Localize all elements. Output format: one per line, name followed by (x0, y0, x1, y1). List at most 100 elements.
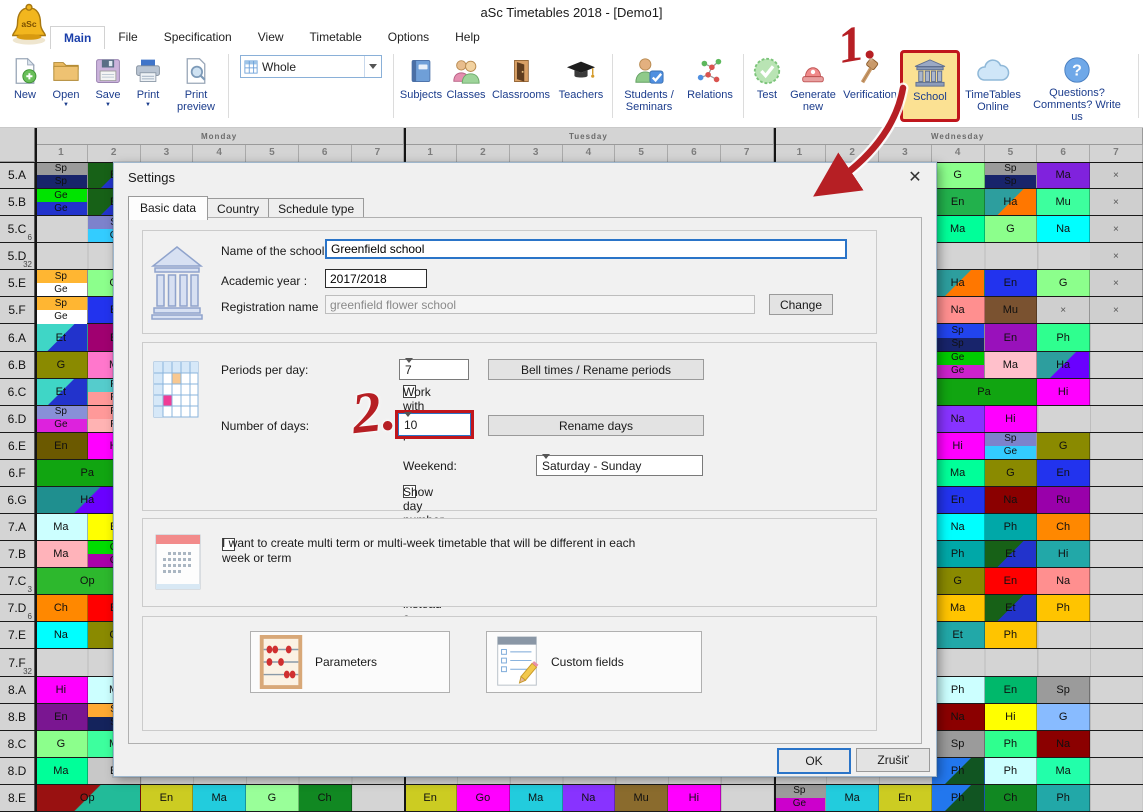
timetable-cell[interactable]: En (1037, 460, 1090, 486)
timetable-cell[interactable]: Na (1037, 568, 1090, 594)
timetable-cell[interactable]: Ph (985, 514, 1038, 540)
timetable-cell[interactable]: Ha (985, 189, 1038, 215)
timetable-cell[interactable]: Na (932, 297, 985, 323)
timetable-cell[interactable]: Hi (1037, 379, 1090, 405)
timetable-cell[interactable]: G (932, 568, 985, 594)
timetable-cell[interactable]: SpSp (985, 162, 1038, 188)
timetable-cell[interactable]: Et (35, 379, 88, 405)
timetable-cell[interactable]: En (879, 785, 932, 811)
timetable-cell[interactable]: × (1090, 162, 1143, 188)
timetable-cell[interactable]: Ph (932, 785, 985, 811)
periods-per-day-select[interactable]: 7 (399, 359, 469, 380)
school-name-input[interactable] (325, 239, 847, 259)
timetable-cell[interactable]: Ma (193, 785, 246, 811)
timetable-cell[interactable]: × (1090, 216, 1143, 242)
new-button[interactable]: New (6, 49, 44, 123)
open-button[interactable]: Open ▼ (44, 49, 88, 123)
timetable-cell[interactable]: × (1037, 297, 1090, 323)
timetable-cell[interactable]: En (932, 189, 985, 215)
print-button[interactable]: Print ▼ (128, 49, 168, 123)
timetable-cell[interactable]: Ma (826, 785, 879, 811)
classrooms-button[interactable]: Classrooms (488, 49, 554, 123)
timetable-cell[interactable]: Ch (299, 785, 352, 811)
timetable-cell[interactable]: Mu (1037, 189, 1090, 215)
timetable-cell[interactable]: SpGe (35, 406, 88, 432)
timetable-cell[interactable]: SpSp (932, 324, 985, 350)
tab-basic-data[interactable]: Basic data (128, 196, 208, 220)
menu-help[interactable]: Help (442, 26, 493, 49)
timetable-cell[interactable]: Ma (985, 352, 1038, 378)
timetable-cell[interactable]: Et (985, 595, 1038, 621)
timetable-cell[interactable]: Na (35, 622, 88, 648)
classes-button[interactable]: Classes (444, 49, 488, 123)
class-row-label[interactable]: 8.A (0, 677, 35, 703)
timetable-cell[interactable]: Ph (932, 677, 985, 703)
timetable-cell[interactable]: Ch (1037, 514, 1090, 540)
timetable-cell[interactable]: Ha (1037, 352, 1090, 378)
class-row-label[interactable]: 7.E (0, 622, 35, 648)
timetable-cell[interactable]: Hi (1037, 541, 1090, 567)
timetable-cell[interactable]: Ma (35, 541, 88, 567)
timetable-cell[interactable]: En (985, 568, 1038, 594)
timetable-cell[interactable]: Ha (932, 270, 985, 296)
timetable-cell[interactable]: G (1037, 270, 1090, 296)
school-button[interactable]: School (900, 50, 960, 122)
timetable-cell[interactable]: Hi (985, 406, 1038, 432)
menu-timetable[interactable]: Timetable (297, 26, 375, 49)
chevron-down-icon[interactable] (364, 56, 381, 77)
timetable-cell[interactable]: Hi (985, 704, 1038, 730)
rename-days-button[interactable]: Rename days (488, 415, 704, 436)
menu-specification[interactable]: Specification (151, 26, 245, 49)
timetable-cell[interactable]: Na (932, 514, 985, 540)
menu-options[interactable]: Options (375, 26, 442, 49)
class-row-label[interactable]: 6.B (0, 352, 35, 378)
timetable-cell[interactable]: Ma (932, 460, 985, 486)
generate-new-button[interactable]: Generate new (786, 49, 840, 123)
timetable-cell[interactable]: Ma (510, 785, 563, 811)
timetable-cell[interactable]: Ch (985, 785, 1038, 811)
timetable-cell[interactable]: SpGe (985, 433, 1038, 459)
test-button[interactable]: Test (748, 49, 786, 123)
timetable-cell[interactable]: Et (932, 622, 985, 648)
timetable-cell[interactable]: Ma (932, 595, 985, 621)
timetable-cell[interactable]: G (1037, 704, 1090, 730)
class-row-label[interactable]: 6.D (0, 406, 35, 432)
timetable-cell[interactable]: Sp (932, 731, 985, 757)
timetable-cell[interactable]: En (35, 704, 88, 730)
close-icon[interactable]: ✕ (902, 167, 928, 189)
parameters-button[interactable]: Parameters (250, 631, 450, 693)
timetable-cell[interactable]: Na (1037, 216, 1090, 242)
timetable-cell[interactable]: Na (563, 785, 616, 811)
timetable-cell[interactable]: SpGe (35, 297, 88, 323)
bell-times-button[interactable]: Bell times / Rename periods (488, 359, 704, 380)
timetable-cell[interactable]: Na (985, 487, 1038, 513)
relations-button[interactable]: Relations (681, 49, 739, 123)
timetable-cell[interactable]: En (404, 785, 457, 811)
subjects-button[interactable]: Subjects (398, 49, 444, 123)
class-row-label[interactable]: 5.C6 (0, 216, 35, 242)
timetable-cell[interactable]: G (985, 216, 1038, 242)
menu-main[interactable]: Main (50, 26, 105, 49)
students-seminars-button[interactable]: Students / Seminars (617, 49, 681, 123)
timetable-cell[interactable]: Op (35, 785, 141, 811)
weekend-select[interactable]: Saturday - Sunday (536, 455, 703, 476)
timetable-cell[interactable]: Et (985, 541, 1038, 567)
class-row-label[interactable]: 6.A (0, 324, 35, 350)
class-row-label[interactable]: 6.F (0, 460, 35, 486)
timetable-cell[interactable]: G (35, 731, 88, 757)
ok-button[interactable]: OK (777, 748, 851, 774)
timetable-cell[interactable]: En (141, 785, 194, 811)
teachers-button[interactable]: Teachers (554, 49, 608, 123)
timetable-cell[interactable]: Ph (985, 731, 1038, 757)
class-row-label[interactable]: 7.A (0, 514, 35, 540)
timetable-cell[interactable]: Et (35, 324, 88, 350)
timetable-cell[interactable]: Mu (615, 785, 668, 811)
class-row-label[interactable]: 5.F (0, 297, 35, 323)
timetable-cell[interactable]: En (35, 433, 88, 459)
timetable-cell[interactable]: Go (457, 785, 510, 811)
timetable-cell[interactable]: Ph (1037, 785, 1090, 811)
timetable-cell[interactable]: Ph (1037, 324, 1090, 350)
timetable-cell[interactable]: GeGe (35, 189, 88, 215)
cancel-button[interactable]: Zrušiť (856, 748, 930, 772)
timetable-cell[interactable]: × (1090, 189, 1143, 215)
